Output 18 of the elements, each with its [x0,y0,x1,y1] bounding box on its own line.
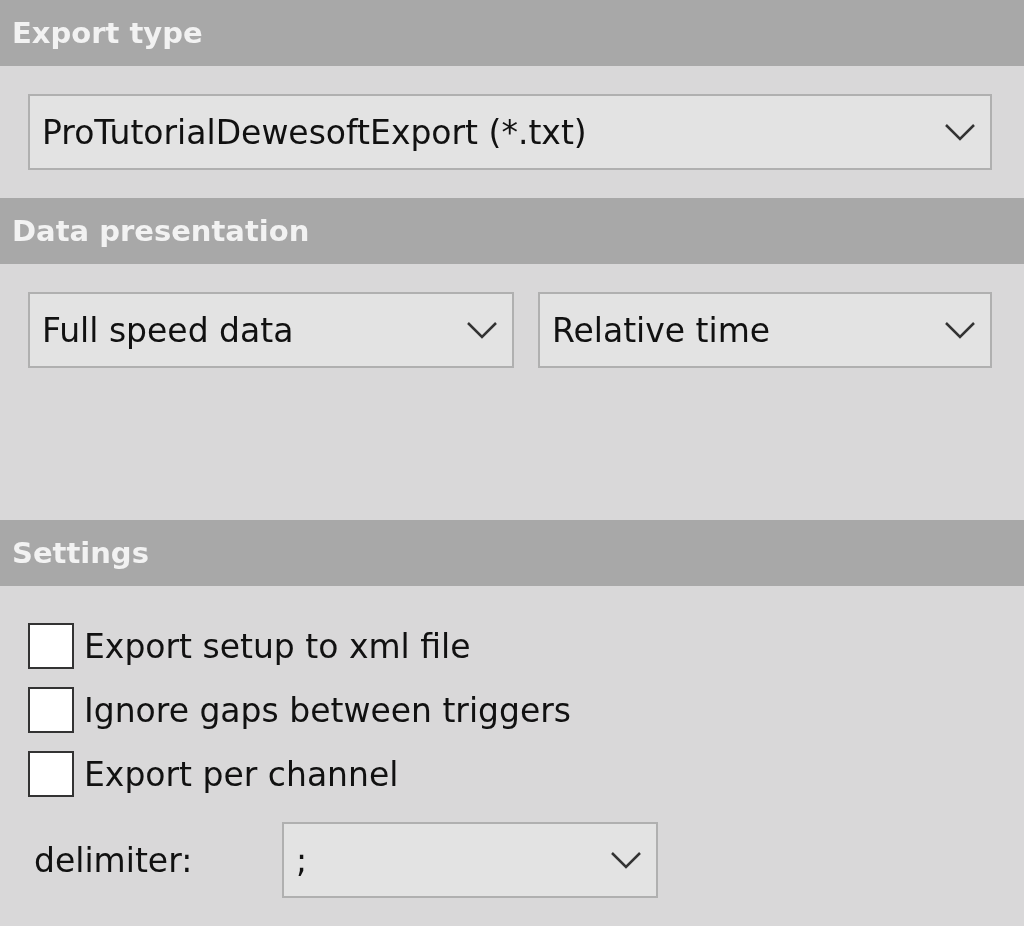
checkbox-label: Export setup to xml file [84,626,471,666]
checkbox[interactable] [28,687,74,733]
dropdown[interactable]: Full speed data [28,292,514,368]
checkbox[interactable] [28,623,74,669]
chevron-down-icon [944,321,976,339]
dropdown[interactable]: ; [282,822,658,898]
section-header: Settings [0,520,1024,586]
dropdown[interactable]: ProTutorialDewesoftExport (*.txt) [28,94,992,170]
chevron-down-icon [466,321,498,339]
dropdown[interactable]: Relative time [538,292,992,368]
chevron-down-icon [944,123,976,141]
section-header: Export type [0,0,1024,66]
section-header: Data presentation [0,198,1024,264]
delimiter-label: delimiter: [34,840,194,880]
checkbox-label: Ignore gaps between triggers [84,690,572,730]
checkbox[interactable] [28,751,74,797]
chevron-down-icon [610,851,642,869]
checkbox-label: Export per channel [84,754,399,794]
